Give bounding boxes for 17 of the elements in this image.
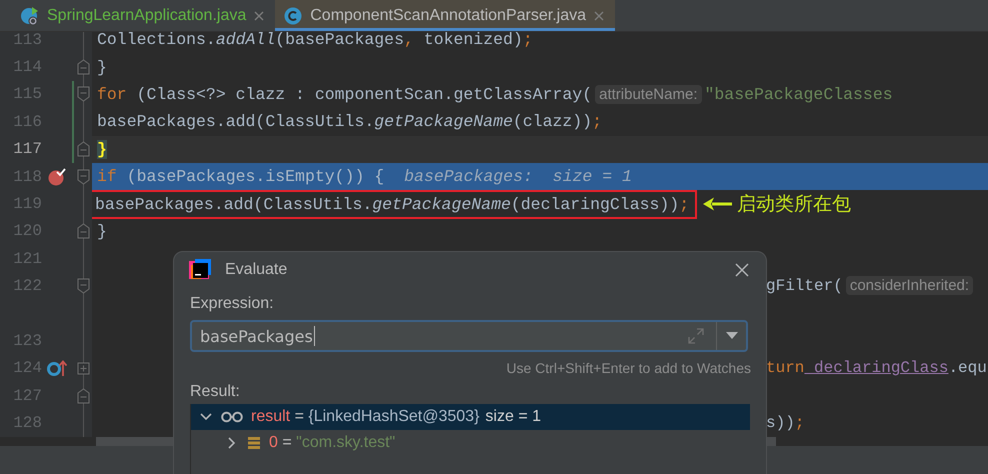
dialog-title: Evaluate [225,261,288,279]
result-label: Result: [190,383,241,401]
expression-label: Expression: [190,295,275,313]
variable-text: 0 = "com.sky.test" [269,434,396,452]
annotation-text: 启动类所在包 [737,192,852,218]
variable-text: result = {LinkedHashSet@3503} size = 1 [251,408,542,426]
code-line: basePackages.add(ClassUtils.getPackageName(declaringClass)); [92,192,696,217]
hint-text: Use Ctrl+Shift+Enter to add to Watches [505,360,751,376]
code-line: s)); [766,414,804,432]
code-line: if (basePackages.isEmpty()) { basePackages: size = 1 [97,167,632,186]
code-line: } [97,222,107,241]
code-line: } [97,58,107,77]
code-line: basePackages.add(ClassUtils.getPackageName(clazz)); [97,112,602,132]
code-line: turn declaringClass.equ [766,359,987,378]
code-line: Collections.addAll(basePackages, tokenized); [97,32,533,50]
code-line: for (Class<?> clazz : componentScan.getClassArray( attributeName: "basePackageClasses [97,84,893,104]
line-number: 117 [12,140,42,158]
